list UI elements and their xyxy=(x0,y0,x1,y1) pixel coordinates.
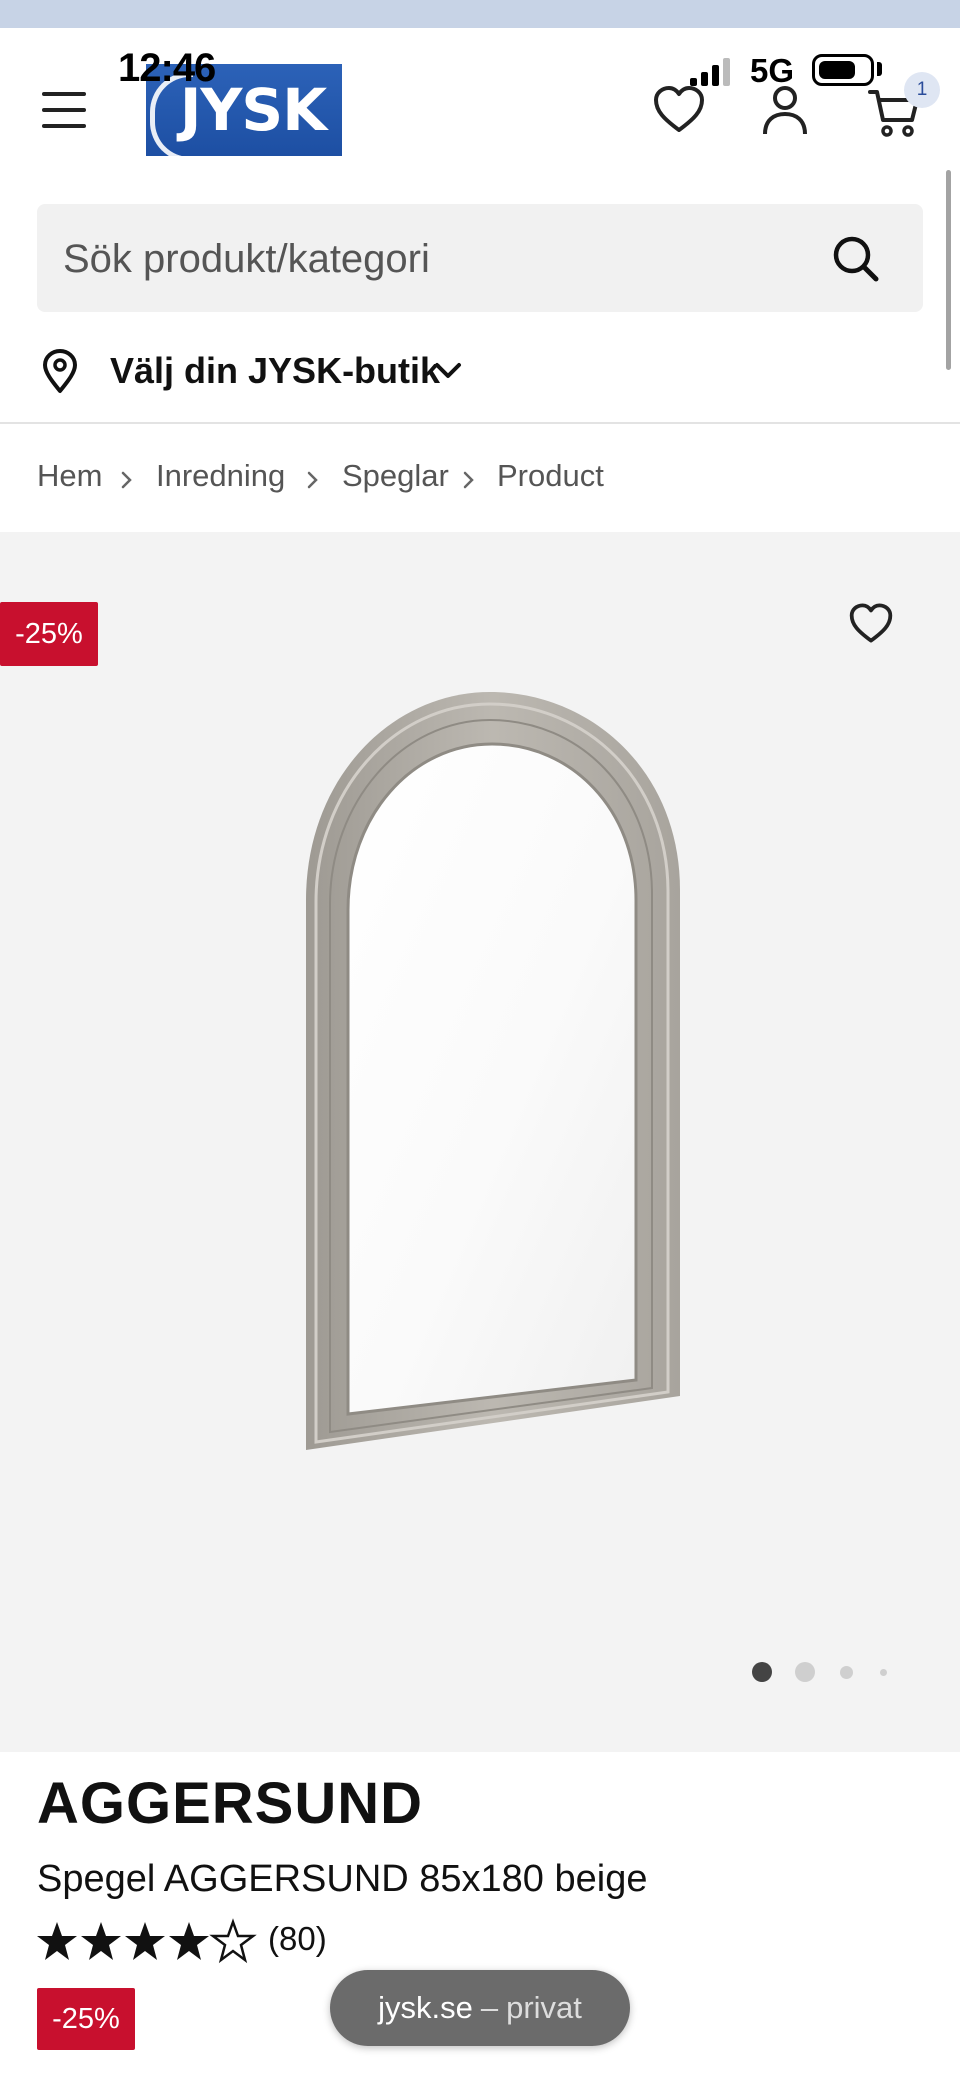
cart-count-badge: 1 xyxy=(904,72,940,108)
wishlist-button[interactable] xyxy=(652,84,706,134)
product-brand: AGGERSUND xyxy=(37,1771,424,1836)
heart-icon xyxy=(654,86,704,132)
add-to-wishlist-button[interactable] xyxy=(848,602,898,648)
user-icon xyxy=(763,86,807,135)
star-empty-icon xyxy=(209,1918,257,1964)
discount-badge: -25% xyxy=(0,602,98,666)
battery-tip xyxy=(877,62,882,76)
product-image-carousel[interactable]: -25% xyxy=(0,532,960,1752)
carousel-dot-4[interactable] xyxy=(880,1669,887,1676)
heart-icon xyxy=(849,603,893,643)
carousel-dot-3[interactable] xyxy=(840,1666,853,1679)
url-domain: jysk.se xyxy=(378,1990,473,2025)
status-time: 12:46 xyxy=(118,46,216,90)
search-button[interactable] xyxy=(831,234,881,284)
account-button[interactable] xyxy=(760,84,810,138)
star-filled-icon xyxy=(81,1922,121,1960)
url-mode: privat xyxy=(506,1990,582,2025)
store-selector-label: Välj din JYSK-butik xyxy=(110,350,441,391)
browser-url-pill[interactable]: jysk.se – privat xyxy=(330,1970,630,2046)
rating-stars[interactable] xyxy=(37,1918,257,1968)
breadcrumb-inredning[interactable]: Inredning xyxy=(156,458,285,494)
breadcrumb-chevron-icon xyxy=(121,471,132,489)
breadcrumb-hem[interactable]: Hem xyxy=(37,458,102,494)
product-image-mirror xyxy=(306,692,680,1450)
product-title: Spegel AGGERSUND 85x180 beige xyxy=(37,1858,648,1900)
star-filled-icon xyxy=(37,1922,77,1960)
menu-button[interactable] xyxy=(40,90,90,130)
carousel-dot-2[interactable] xyxy=(795,1662,815,1682)
breadcrumb-chevron-icon xyxy=(307,471,318,489)
breadcrumb-speglar[interactable]: Speglar xyxy=(342,458,449,494)
page-scrollbar[interactable] xyxy=(946,170,951,370)
price-discount-badge: -25% xyxy=(37,1988,135,2050)
location-pin-icon xyxy=(43,349,77,393)
hamburger-menu-icon xyxy=(42,92,86,128)
breadcrumb-product: Product xyxy=(497,458,604,493)
search-bar[interactable] xyxy=(37,204,923,314)
top-strip xyxy=(0,0,960,28)
star-filled-icon xyxy=(169,1922,209,1960)
url-separator: – xyxy=(480,1990,499,2025)
search-input[interactable] xyxy=(61,204,825,314)
header-divider xyxy=(0,422,960,424)
star-filled-icon xyxy=(125,1922,165,1960)
review-count[interactable]: (80) xyxy=(268,1920,327,1958)
carousel-dot-1[interactable] xyxy=(752,1662,772,1682)
search-icon xyxy=(833,236,879,282)
breadcrumb-chevron-icon xyxy=(463,471,474,489)
battery-icon xyxy=(812,54,874,86)
